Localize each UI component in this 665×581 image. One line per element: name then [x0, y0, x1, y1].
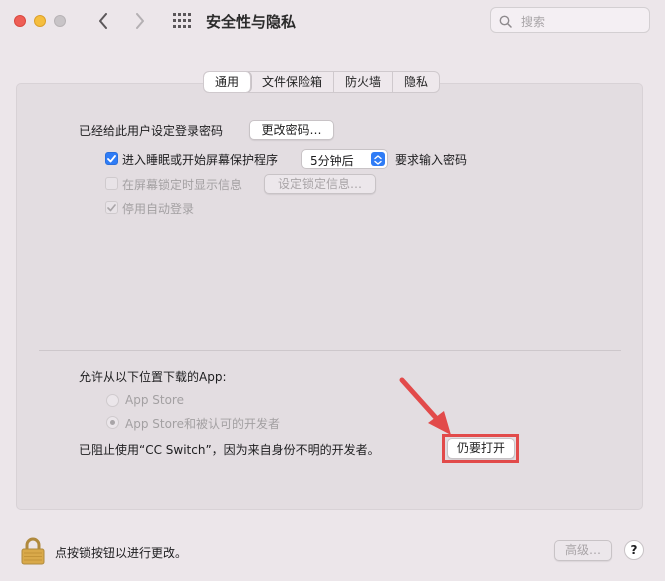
radio-app-store-label: App Store	[125, 393, 184, 407]
show-all-grid-icon[interactable]	[172, 12, 192, 30]
open-anyway-button[interactable]: 仍要打开	[447, 438, 515, 459]
lock-message-checkbox[interactable]	[105, 177, 118, 190]
tab-bar: 通用 文件保险箱 防火墙 隐私	[203, 71, 441, 93]
tab-privacy[interactable]: 隐私	[393, 72, 439, 92]
sleep-checkbox-label: 进入睡眠或开始屏幕保护程序	[122, 153, 279, 167]
updown-chevron-icon	[371, 152, 385, 166]
annotation-arrow-icon	[399, 377, 451, 435]
blocked-app-message: 已阻止使用“CC Switch”，因为来自身份不明的开发者。	[79, 443, 380, 457]
search-placeholder: 搜索	[521, 15, 546, 29]
zoom-window-button[interactable]	[54, 15, 66, 27]
radio-identified-label: App Store和被认可的开发者	[125, 417, 280, 431]
tab-general[interactable]: 通用	[204, 72, 252, 92]
radio-app-store[interactable]	[106, 394, 119, 407]
tab-firewall[interactable]: 防火墙	[334, 72, 394, 92]
password-delay-value: 5分钟后	[310, 154, 354, 168]
chevron-left-icon	[99, 13, 107, 29]
set-lock-message-button[interactable]: 设定锁定信息…	[264, 174, 376, 194]
title-bar: 安全性与隐私 搜索	[0, 0, 665, 44]
lock-icon[interactable]	[20, 537, 46, 565]
password-delay-select[interactable]: 5分钟后	[301, 149, 388, 169]
checkmark-icon	[107, 203, 116, 211]
tab-filevault[interactable]: 文件保险箱	[251, 72, 335, 92]
forward-button[interactable]	[129, 9, 151, 33]
search-field[interactable]: 搜索	[490, 7, 650, 33]
radio-identified-developers[interactable]	[106, 416, 119, 429]
lock-message-label: 在屏幕锁定时显示信息	[122, 178, 243, 192]
advanced-button[interactable]: 高级…	[554, 540, 612, 561]
section-divider	[39, 350, 621, 351]
sleep-password-checkbox[interactable]	[105, 152, 118, 165]
require-password-label: 要求输入密码	[395, 153, 468, 167]
window-title: 安全性与隐私	[206, 13, 297, 31]
downloads-heading: 允许从以下位置下载的App:	[79, 370, 227, 384]
minimize-window-button[interactable]	[34, 15, 46, 27]
search-icon	[499, 13, 512, 32]
help-button[interactable]: ?	[624, 540, 644, 560]
disable-auto-login-label: 停用自动登录	[122, 202, 195, 216]
password-set-label: 已经给此用户设定登录密码	[79, 124, 224, 138]
back-button[interactable]	[92, 9, 114, 33]
chevron-right-icon	[136, 13, 144, 29]
lock-instructions: 点按锁按钮以进行更改。	[55, 546, 188, 560]
disable-auto-login-checkbox[interactable]	[105, 201, 118, 214]
checkmark-icon	[107, 154, 116, 162]
close-window-button[interactable]	[14, 15, 26, 27]
radio-selected-dot	[110, 420, 115, 425]
change-password-button[interactable]: 更改密码…	[249, 120, 334, 140]
